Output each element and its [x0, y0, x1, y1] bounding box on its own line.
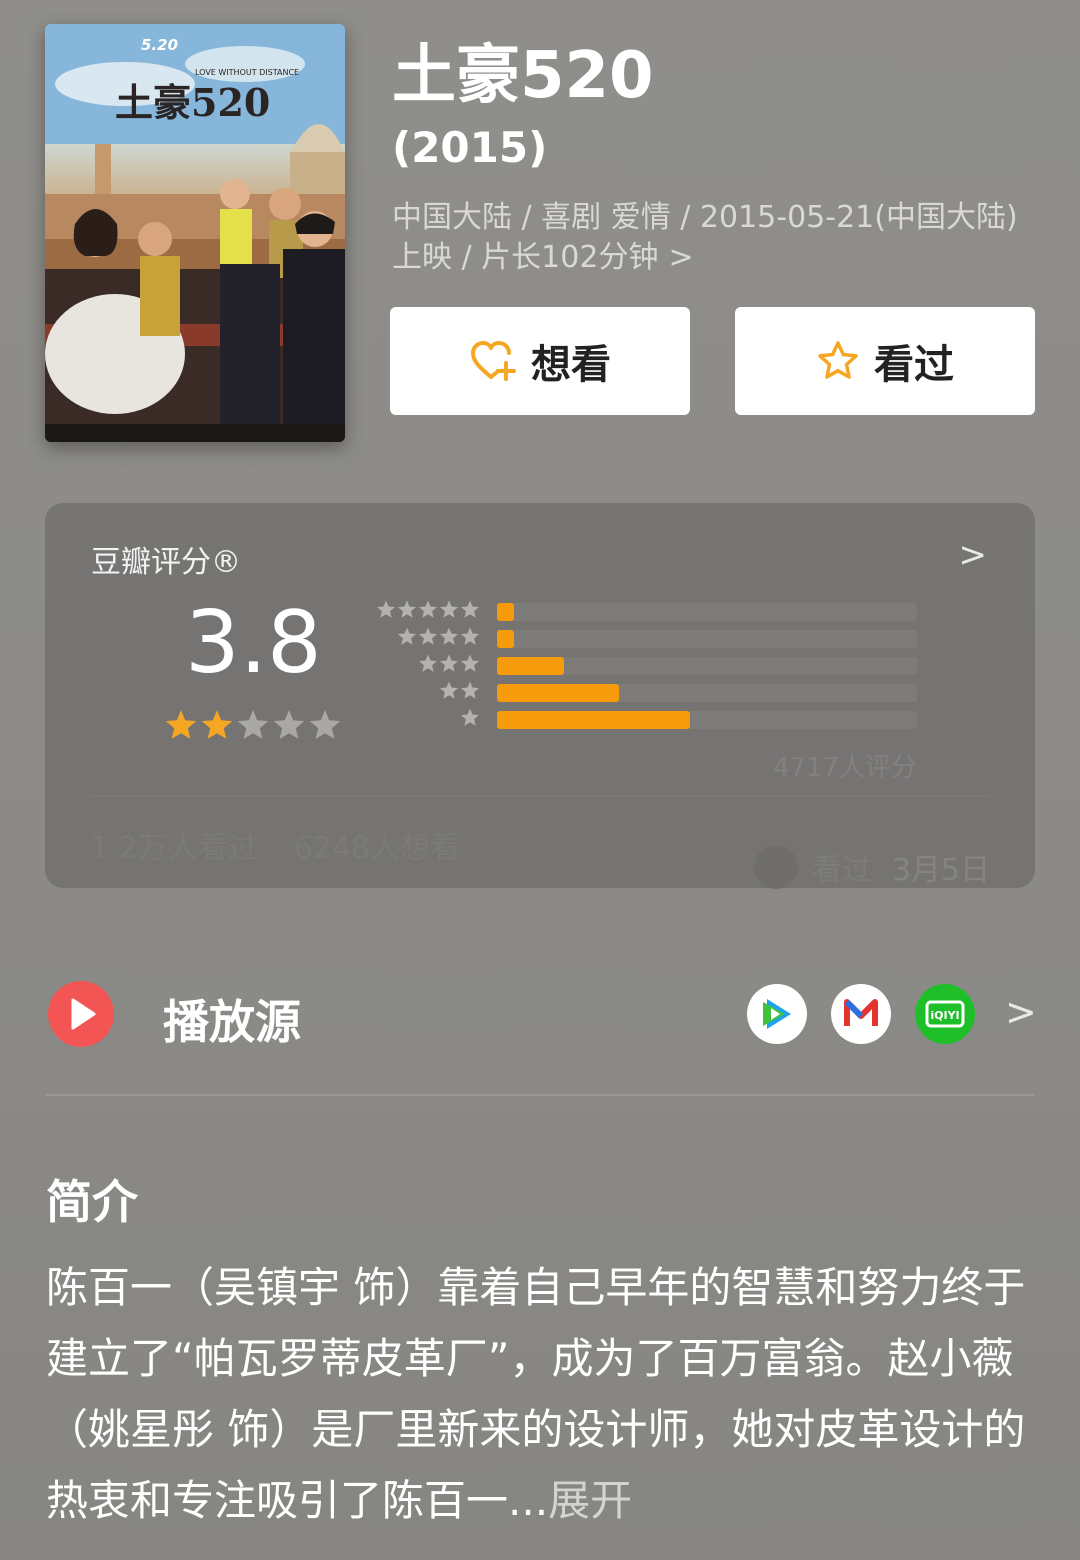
star-rating-icon	[440, 681, 479, 699]
rating-row-4-star	[375, 627, 935, 648]
star-icon	[398, 627, 416, 645]
star-empty-icon	[309, 710, 341, 739]
want-to-watch-button[interactable]: 想看	[390, 307, 690, 415]
tencent-video-icon[interactable]	[747, 984, 807, 1044]
poster-title-text: 土豪520	[115, 80, 271, 125]
rating-row-3-star	[375, 654, 935, 675]
star-empty-icon	[237, 710, 269, 739]
movie-year: (2015)	[392, 123, 548, 172]
star-icon	[461, 708, 479, 726]
star-icon	[461, 654, 479, 672]
star-rating-icon	[419, 654, 479, 672]
star-icon	[398, 600, 416, 618]
star-icon	[440, 654, 458, 672]
rating-row-5-star	[375, 600, 935, 621]
rating-bar-track	[497, 711, 917, 729]
intro-text: 陈百一（吴镇宇 饰）靠着自己早年的智慧和努力终于建立了“帕瓦罗蒂皮革厂”，成为了…	[46, 1252, 1036, 1536]
intro-body: 陈百一（吴镇宇 饰）靠着自己早年的智慧和努力终于建立了“帕瓦罗蒂皮革厂”，成为了…	[46, 1263, 1026, 1525]
avatar	[753, 845, 798, 889]
iqiyi-logo-text: iQIYI	[930, 1009, 959, 1022]
star-outline-icon	[818, 341, 858, 379]
star-icon	[419, 654, 437, 672]
want-to-watch-label: 想看	[531, 342, 611, 388]
star-icon	[419, 627, 437, 645]
star-rating-icon	[398, 627, 479, 645]
movie-meta-link[interactable]: 中国大陆 / 喜剧 爱情 / 2015-05-21(中国大陆)上映 / 片长10…	[392, 198, 1032, 278]
star-rating-icon	[461, 708, 479, 726]
my-status-date: 3月5日	[891, 853, 990, 888]
divider	[90, 795, 990, 797]
rating-bar-fill	[497, 630, 514, 648]
rating-bar-track	[497, 603, 917, 621]
movie-poster[interactable]: 5.20 土豪520 LOVE WITHOUT DISTANCE	[45, 24, 345, 442]
rating-bar-track	[497, 684, 917, 702]
star-icon	[461, 681, 479, 699]
intro-title: 简介	[46, 1175, 138, 1229]
star-icon	[440, 627, 458, 645]
rating-row-1-star	[375, 708, 935, 729]
douban-rating-label: 豆瓣评分®	[91, 545, 241, 580]
chevron-right-icon[interactable]: >	[959, 535, 988, 575]
chevron-right-icon[interactable]: >	[1005, 990, 1037, 1034]
movie-meta-text: 中国大陆 / 喜剧 爱情 / 2015-05-21(中国大陆)上映 / 片长10…	[392, 200, 1018, 275]
star-empty-icon	[273, 710, 305, 739]
rating-count: 4717人评分	[772, 753, 917, 783]
want-count: 6248人想看	[293, 831, 461, 866]
rating-bar-fill	[497, 684, 619, 702]
mango-tv-icon[interactable]	[831, 984, 891, 1044]
rating-bar-track	[497, 657, 917, 675]
poster-date-text: 5.20	[141, 36, 179, 54]
star-icon	[377, 600, 395, 618]
rating-stars	[165, 710, 341, 739]
star-filled-icon	[201, 710, 233, 739]
rating-score: 3.8	[185, 593, 322, 693]
movie-title: 土豪520	[392, 39, 654, 113]
my-status[interactable]: 看过 3月5日	[753, 845, 990, 889]
poster-subtitle-text: LOVE WITHOUT DISTANCE	[195, 68, 300, 77]
star-icon	[440, 681, 458, 699]
play-icon	[48, 981, 114, 1047]
movie-header: 土豪520 (2015) 中国大陆 / 喜剧 爱情 / 2015-05-21(中…	[392, 36, 1042, 278]
watched-count: 1.2万人看过	[90, 831, 258, 866]
expand-link[interactable]: 展开	[548, 1476, 632, 1525]
rating-bar-fill	[497, 711, 690, 729]
play-sources-row[interactable]: 播放源 iQIYI >	[45, 978, 1037, 1058]
rating-bar-track	[497, 630, 917, 648]
watched-button[interactable]: 看过	[735, 307, 1035, 415]
watched-label: 看过	[874, 342, 954, 388]
rating-bar-fill	[497, 603, 514, 621]
star-icon	[419, 600, 437, 618]
star-rating-icon	[377, 600, 479, 618]
watch-stats: 1.2万人看过 6248人想看	[90, 823, 460, 867]
rating-card[interactable]: 豆瓣评分® > 3.8 4717人评分 1.2万人看过 6248人想看 看过 3月…	[45, 503, 1035, 889]
chevron-right-icon: >	[668, 240, 694, 275]
star-icon	[461, 627, 479, 645]
rating-bar-fill	[497, 657, 564, 675]
heart-plus-icon	[471, 341, 516, 381]
rating-row-2-star	[375, 681, 935, 702]
divider	[45, 1094, 1035, 1096]
star-icon	[461, 600, 479, 618]
my-status-label: 看过	[811, 853, 872, 888]
play-sources-label: 播放源	[163, 995, 301, 1049]
iqiyi-icon[interactable]: iQIYI	[915, 984, 975, 1044]
star-icon	[440, 600, 458, 618]
star-filled-icon	[165, 710, 197, 739]
